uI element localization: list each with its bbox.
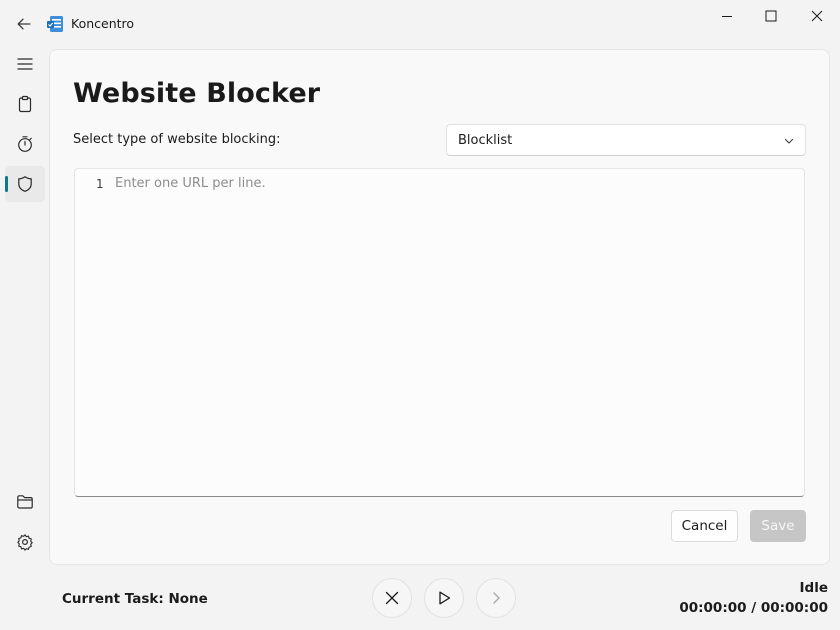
blocking-type-label: Select type of website blocking:	[73, 132, 281, 147]
close-icon	[385, 591, 399, 605]
timer-duration: 00:00:00 / 00:00:00	[679, 600, 828, 616]
nav-menu-button[interactable]	[5, 46, 45, 82]
blocking-type-dropdown[interactable]: Blocklist	[446, 124, 806, 156]
stopwatch-icon	[18, 136, 32, 152]
nav-item-website-blocker[interactable]	[5, 166, 45, 202]
minimize-button[interactable]	[704, 0, 750, 32]
url-editor-placeholder: Enter one URL per line.	[115, 176, 266, 191]
close-button[interactable]	[794, 0, 840, 32]
nav-item-settings[interactable]	[5, 524, 45, 560]
clipboard-icon	[18, 95, 32, 113]
close-icon	[811, 10, 823, 22]
maximize-button[interactable]	[748, 0, 794, 32]
play-icon	[439, 591, 451, 605]
nav-item-tasks[interactable]	[5, 86, 45, 122]
shield-icon	[18, 176, 32, 192]
title-bar: Koncentro	[0, 0, 840, 48]
url-list-editor[interactable]: 1 Enter one URL per line.	[74, 168, 805, 497]
chevron-right-icon	[493, 592, 500, 604]
folder-icon	[17, 495, 33, 509]
nav-item-workspaces[interactable]	[5, 484, 45, 520]
content-card: Website Blocker Select type of website b…	[49, 49, 830, 565]
nav-selection-indicator	[5, 176, 8, 192]
hamburger-menu-icon	[17, 58, 33, 70]
line-number: 1	[96, 177, 104, 191]
stop-button[interactable]	[372, 578, 412, 618]
cancel-button[interactable]: Cancel	[671, 510, 738, 542]
minimize-icon	[722, 16, 732, 17]
skip-button[interactable]	[476, 578, 516, 618]
app-title: Koncentro	[71, 16, 135, 31]
play-button[interactable]	[424, 578, 464, 618]
arrow-left-icon	[17, 18, 31, 30]
gear-icon	[17, 534, 33, 551]
back-button[interactable]	[8, 8, 40, 40]
save-button[interactable]: Save	[750, 510, 806, 542]
timer-status: Idle	[799, 580, 828, 596]
app-logo-icon	[47, 16, 63, 32]
chevron-down-icon	[784, 138, 794, 144]
page-title: Website Blocker	[73, 78, 321, 109]
blocking-type-value: Blocklist	[458, 133, 513, 148]
current-task-label: Current Task: None	[62, 591, 208, 607]
maximize-icon	[765, 10, 777, 22]
nav-item-timer[interactable]	[5, 126, 45, 162]
